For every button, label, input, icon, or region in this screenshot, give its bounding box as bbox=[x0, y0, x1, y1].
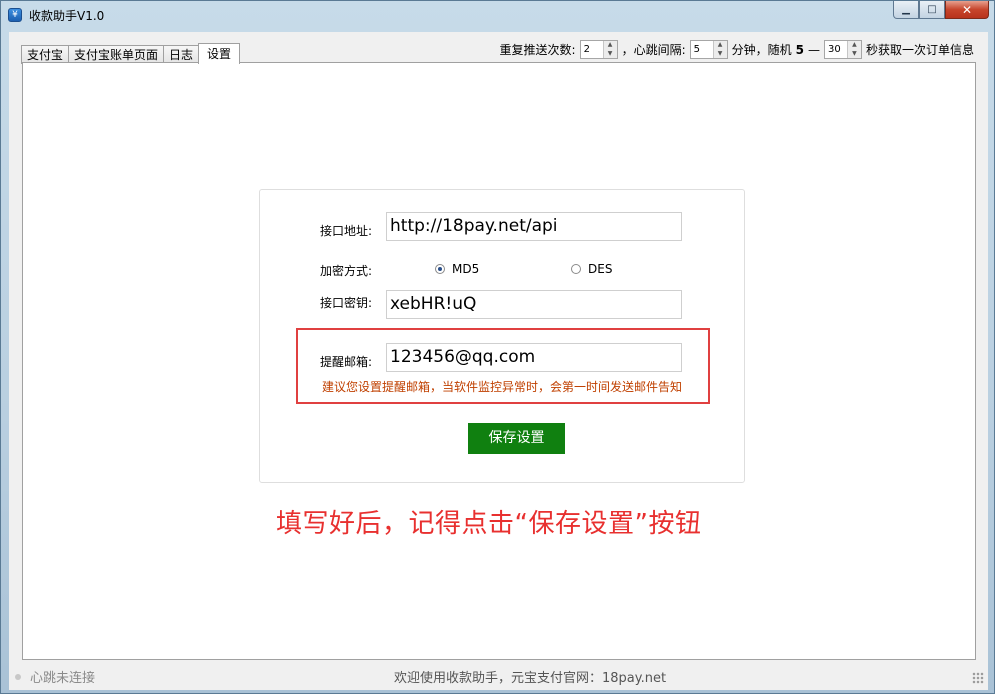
settings-tab-panel: 接口地址: http://18pay.net/api 加密方式: MD5 DES… bbox=[22, 62, 976, 660]
heartbeat-value[interactable]: 5 bbox=[691, 41, 713, 58]
encryption-md5-radio[interactable]: MD5 bbox=[435, 262, 479, 276]
encryption-md5-label: MD5 bbox=[452, 262, 480, 276]
status-dot-icon bbox=[15, 673, 21, 680]
stepper-down-icon[interactable]: ▼ bbox=[603, 49, 617, 58]
minimize-button[interactable]: ▁ bbox=[893, 1, 919, 19]
window-controls: ▁ □ ✕ bbox=[893, 1, 989, 20]
email-hint: 建议您设置提醒邮箱，当软件监控异常时，会第一时间发送邮件告知 bbox=[322, 380, 683, 394]
seconds-label: 秒获取一次订单信息 bbox=[865, 43, 974, 57]
random-max-value[interactable]: 30 bbox=[825, 41, 847, 58]
app-icon: ¥ bbox=[8, 8, 22, 22]
close-button[interactable]: ✕ bbox=[945, 1, 989, 19]
radio-checked-icon bbox=[435, 264, 445, 274]
radio-unchecked-icon bbox=[571, 264, 581, 274]
range-dash: — bbox=[807, 42, 820, 57]
maximize-button[interactable]: □ bbox=[919, 1, 945, 19]
email-input[interactable]: 123456@qq.com bbox=[386, 343, 682, 372]
stepper-up-icon[interactable]: ▲ bbox=[713, 41, 727, 50]
client-area: 支付宝 支付宝账单页面 日志 设置 重复推送次数: 2 ▲ ▼ ，心跳间隔: 5 … bbox=[9, 32, 988, 690]
api-key-input[interactable]: xebHR!uQ bbox=[386, 290, 682, 319]
save-settings-button[interactable]: 保存设置 bbox=[468, 423, 565, 454]
stepper-down-icon[interactable]: ▼ bbox=[713, 49, 727, 58]
tab-strip: 支付宝 支付宝账单页面 日志 设置 bbox=[21, 43, 241, 64]
encryption-des-label: DES bbox=[588, 262, 613, 276]
instruction-text: 填写好后，记得点击“保存设置”按钮 bbox=[276, 509, 702, 539]
repeat-count-label: 重复推送次数: bbox=[499, 43, 576, 57]
random-min-value: 5 bbox=[795, 42, 804, 57]
encryption-des-radio[interactable]: DES bbox=[571, 262, 612, 276]
connection-status-text: 心跳未连接 bbox=[30, 671, 96, 686]
repeat-count-stepper[interactable]: 2 ▲ ▼ bbox=[579, 40, 618, 59]
title-bar[interactable]: ¥ 收款助手V1.0 ▁ □ ✕ bbox=[1, 1, 994, 28]
app-window: ¥ 收款助手V1.0 ▁ □ ✕ 支付宝 支付宝账单页面 日志 设置 重复推送次… bbox=[0, 0, 995, 694]
stepper-up-icon[interactable]: ▲ bbox=[847, 41, 861, 50]
heartbeat-label: ，心跳间隔: bbox=[621, 43, 686, 57]
minutes-random-label: 分钟，随机 bbox=[731, 43, 792, 57]
heartbeat-stepper[interactable]: 5 ▲ ▼ bbox=[689, 40, 728, 59]
settings-card: 接口地址: http://18pay.net/api 加密方式: MD5 DES… bbox=[259, 189, 745, 483]
api-url-input[interactable]: http://18pay.net/api bbox=[386, 212, 682, 241]
resize-grip-icon[interactable] bbox=[972, 672, 984, 684]
stepper-down-icon[interactable]: ▼ bbox=[847, 49, 861, 58]
push-settings-bar: 重复推送次数: 2 ▲ ▼ ，心跳间隔: 5 ▲ ▼ 分钟，随机 5 — 30 ▲ ▼… bbox=[500, 40, 974, 59]
stepper-up-icon[interactable]: ▲ bbox=[603, 41, 617, 50]
email-label: 提醒邮箱: bbox=[320, 355, 373, 369]
repeat-count-value[interactable]: 2 bbox=[581, 41, 603, 58]
random-max-stepper[interactable]: 30 ▲ ▼ bbox=[823, 40, 862, 59]
connection-status: 心跳未连接 bbox=[15, 667, 95, 686]
encryption-label: 加密方式: bbox=[320, 264, 373, 278]
status-bar: 心跳未连接 欢迎使用收款助手，元宝支付官网：18pay.net bbox=[9, 664, 988, 688]
api-key-label: 接口密钥: bbox=[320, 296, 373, 310]
welcome-text: 欢迎使用收款助手，元宝支付官网：18pay.net bbox=[394, 671, 667, 686]
tab-settings[interactable]: 设置 bbox=[198, 43, 241, 64]
api-url-label: 接口地址: bbox=[320, 224, 373, 238]
window-title: 收款助手V1.0 bbox=[29, 9, 105, 23]
